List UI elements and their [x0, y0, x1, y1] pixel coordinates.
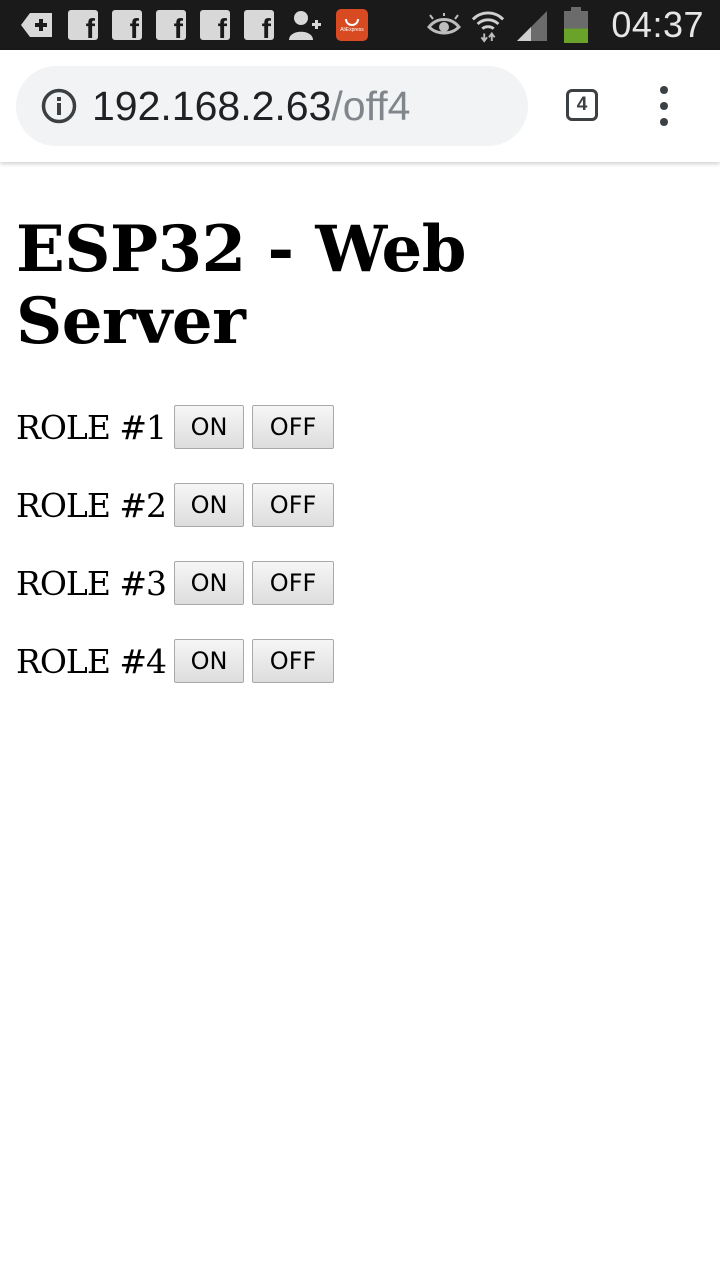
role-2-off-button[interactable]: OFF: [252, 483, 335, 527]
role-label: ROLE #2: [16, 485, 167, 525]
aliexpress-icon: AliExpress: [336, 9, 368, 41]
wifi-icon: [471, 8, 505, 43]
role-3-off-button[interactable]: OFF: [252, 561, 335, 605]
tab-count: 4: [576, 94, 588, 115]
notification-icons: f f f f f AliExpress: [20, 7, 368, 43]
facebook-icon: f: [200, 10, 230, 40]
info-icon[interactable]: [40, 87, 78, 125]
page-content: ESP32 - Web Server ROLE #1 ON OFF ROLE #…: [16, 168, 706, 683]
status-bar: f f f f f AliExpress 04:37: [0, 0, 720, 50]
role-4-off-button[interactable]: OFF: [252, 639, 335, 683]
overflow-menu-icon[interactable]: [652, 86, 676, 126]
role-row-4: ROLE #4 ON OFF: [16, 639, 706, 683]
clock: 04:37: [611, 4, 704, 45]
add-contact-icon: [288, 8, 322, 42]
role-label: ROLE #3: [16, 563, 167, 603]
aliexpress-text: AliExpress: [340, 26, 364, 33]
facebook-icon: f: [112, 10, 142, 40]
role-label: ROLE #1: [16, 407, 167, 447]
url-path: /off4: [331, 82, 411, 129]
role-label: ROLE #4: [16, 641, 167, 681]
add-notification-icon: [20, 8, 54, 42]
role-list: ROLE #1 ON OFF ROLE #2 ON OFF ROLE #3 ON…: [16, 405, 706, 683]
battery-icon: [559, 7, 593, 43]
system-icons: 04:37: [427, 0, 704, 50]
role-3-on-button[interactable]: ON: [174, 561, 245, 605]
role-2-on-button[interactable]: ON: [174, 483, 245, 527]
role-row-1: ROLE #1 ON OFF: [16, 405, 706, 449]
role-4-on-button[interactable]: ON: [174, 639, 245, 683]
facebook-icon: f: [244, 10, 274, 40]
url-text[interactable]: 192.168.2.63/off4: [92, 83, 410, 130]
role-1-on-button[interactable]: ON: [174, 405, 245, 449]
facebook-icon: f: [156, 10, 186, 40]
eye-icon: [427, 8, 462, 42]
browser-toolbar: 192.168.2.63/off4 4: [0, 50, 720, 162]
role-row-3: ROLE #3 ON OFF: [16, 561, 706, 605]
role-1-off-button[interactable]: OFF: [252, 405, 335, 449]
url-bar[interactable]: 192.168.2.63/off4: [16, 66, 528, 146]
role-row-2: ROLE #2 ON OFF: [16, 483, 706, 527]
page-title: ESP32 - Web Server: [16, 212, 466, 359]
url-host: 192.168.2.63: [92, 82, 332, 129]
facebook-icon: f: [68, 10, 98, 40]
tab-switcher-button[interactable]: 4: [566, 89, 598, 121]
signal-icon: [515, 8, 549, 42]
